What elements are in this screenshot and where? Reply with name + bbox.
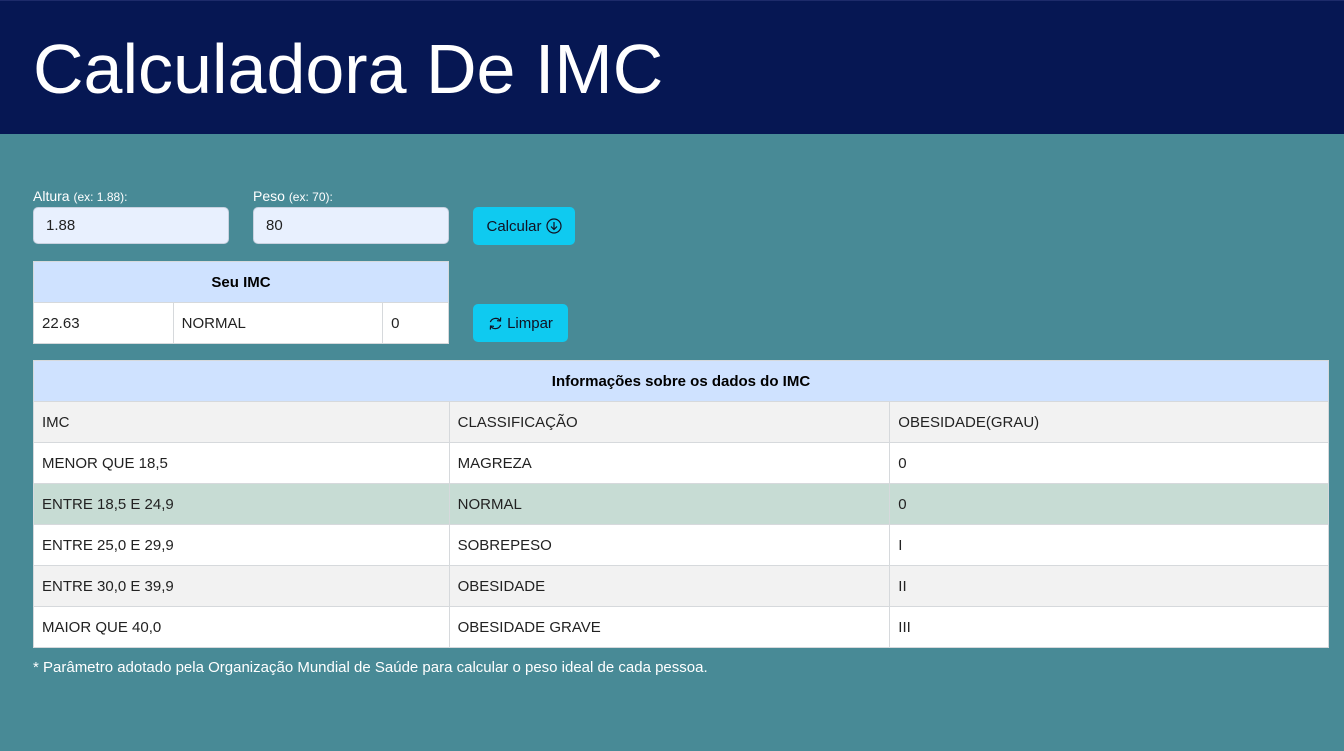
cell-classificacao: OBESIDADE GRAVE [448,606,891,648]
column-header-grau: OBESIDADE(GRAU) [889,401,1329,443]
result-classificacao: NORMAL [172,302,384,344]
cell-classificacao: SOBREPESO [448,524,891,566]
column-header-imc: IMC [33,401,450,443]
calcular-label: Calcular [486,217,542,235]
column-header-classificacao: CLASSIFICAÇÃO [448,401,891,443]
result-grau: 0 [382,302,449,344]
table-row: MAIOR QUE 40,0 OBESIDADE GRAVE III [33,606,1329,648]
info-table-header-row: IMC CLASSIFICAÇÃO OBESIDADE(GRAU) [33,401,1329,443]
table-row: ENTRE 25,0 E 29,9 SOBREPESO I [33,524,1329,566]
footnote: * Parâmetro adotado pela Organização Mun… [33,659,708,676]
table-row: ENTRE 30,0 E 39,9 OBESIDADE II [33,565,1329,607]
cell-grau: II [889,565,1329,607]
cell-imc: MAIOR QUE 40,0 [33,606,450,648]
cell-classificacao: NORMAL [448,483,891,525]
peso-label-text: Peso [253,188,285,204]
result-title: Seu IMC [33,261,449,303]
altura-input[interactable]: 1.88 [33,207,229,244]
peso-input[interactable]: 80 [253,207,449,244]
cell-grau: 0 [889,442,1329,484]
calcular-button[interactable]: Calcular [473,207,575,245]
cell-grau: 0 [889,483,1329,525]
info-table: Informações sobre os dados do IMC IMC CL… [33,360,1329,648]
peso-hint: (ex: 70): [288,190,333,204]
result-imc: 22.63 [33,302,174,344]
altura-hint: (ex: 1.88): [73,190,128,204]
cell-imc: MENOR QUE 18,5 [33,442,450,484]
altura-label-text: Altura [33,188,70,204]
cell-classificacao: MAGREZA [448,442,891,484]
result-table: Seu IMC 22.63 NORMAL 0 [33,261,449,344]
page-title: Calculadora De IMC [33,30,664,108]
table-row: MENOR QUE 18,5 MAGREZA 0 [33,442,1329,484]
cell-grau: III [889,606,1329,648]
limpar-label: Limpar [507,314,553,332]
cell-imc: ENTRE 25,0 E 29,9 [33,524,450,566]
altura-label: Altura (ex: 1.88): [33,188,128,204]
cell-grau: I [889,524,1329,566]
table-row-highlighted: ENTRE 18,5 E 24,9 NORMAL 0 [33,483,1329,525]
limpar-button[interactable]: Limpar [473,304,568,342]
refresh-icon [489,316,502,330]
arrow-down-circle-icon [545,218,562,234]
cell-imc: ENTRE 18,5 E 24,9 [33,483,450,525]
info-table-title: Informações sobre os dados do IMC [33,360,1329,402]
cell-classificacao: OBESIDADE [448,565,891,607]
page-header: Calculadora De IMC [0,0,1344,134]
cell-imc: ENTRE 30,0 E 39,9 [33,565,450,607]
peso-label: Peso (ex: 70): [253,188,333,204]
